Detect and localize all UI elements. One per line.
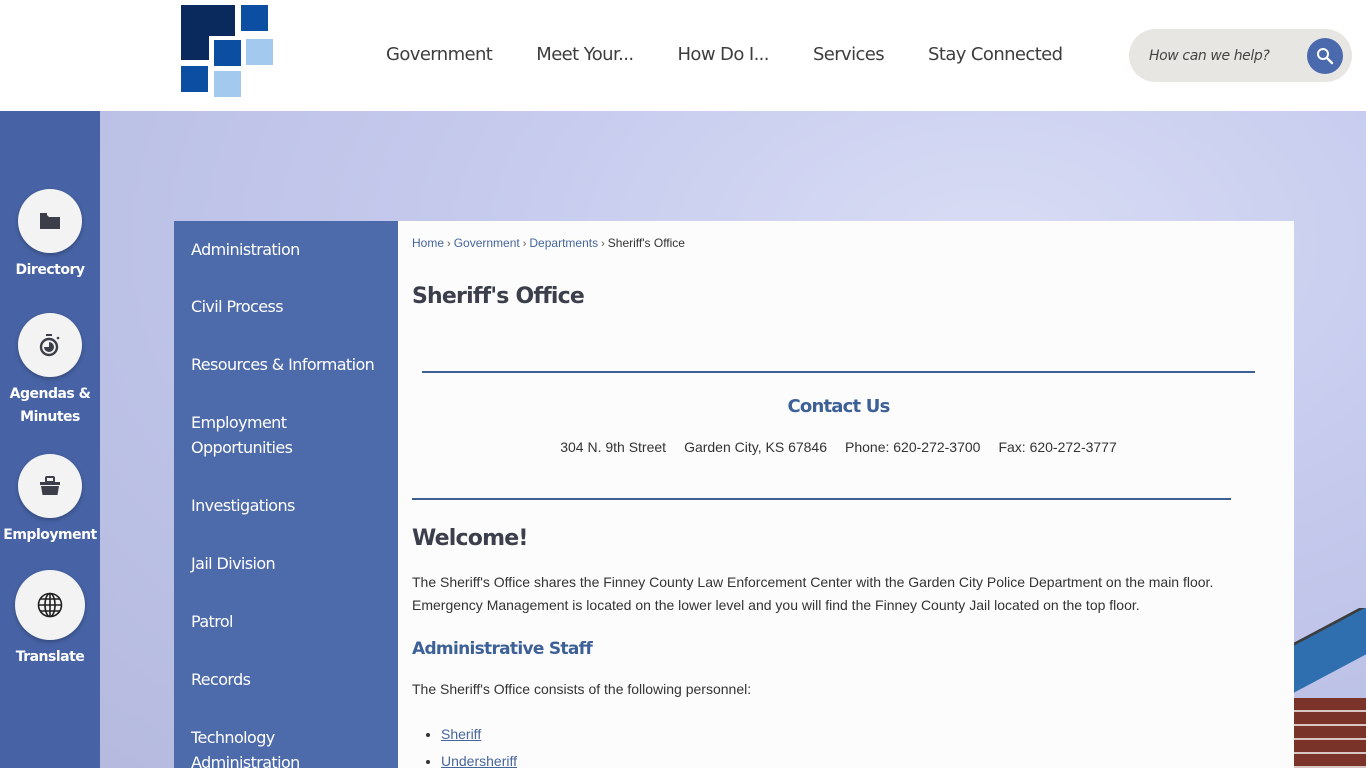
- main-nav: Government Meet Your... How Do I... Serv…: [386, 44, 1106, 65]
- quick-link-directory[interactable]: Directory: [0, 189, 100, 282]
- staff-link-sheriff[interactable]: Sheriff: [441, 726, 481, 742]
- search-icon: [1317, 48, 1334, 65]
- contact-fax: Fax: 620-272-3777: [998, 439, 1117, 455]
- contact-heading: Contact Us: [787, 396, 890, 417]
- logo-square-mid: [214, 40, 241, 66]
- quick-link-label: Agendas & Minutes: [9, 386, 91, 425]
- site-logo[interactable]: [181, 5, 273, 97]
- subnav-item-employment-opportunities[interactable]: Employment Opportunities: [191, 410, 341, 460]
- nav-meet-your[interactable]: Meet Your...: [536, 44, 634, 65]
- building-brick-wall: [1294, 698, 1366, 768]
- toolbox-icon: [40, 476, 60, 495]
- subnav-item-resources-information[interactable]: Resources & Information: [191, 352, 386, 377]
- subnav-item-administration[interactable]: Administration: [191, 237, 386, 262]
- building-roof: [1294, 608, 1366, 698]
- breadcrumb-separator: ›: [447, 238, 451, 250]
- logo-square-top-right: [241, 5, 268, 31]
- nav-services[interactable]: Services: [813, 44, 885, 65]
- quick-link-circle: [18, 454, 82, 518]
- quick-links-rail: Directory Agendas & Minutes Employment T…: [0, 111, 100, 768]
- logo-square-light-right: [246, 39, 273, 65]
- nav-stay-connected[interactable]: Stay Connected: [928, 44, 1063, 65]
- contact-phone: Phone: 620-272-3700: [845, 439, 981, 455]
- divider-top: [422, 371, 1255, 373]
- breadcrumb-separator: ›: [522, 238, 527, 250]
- quick-link-translate[interactable]: Translate: [0, 570, 100, 669]
- subnav-item-jail-division[interactable]: Jail Division: [191, 551, 386, 576]
- page-title: Sheriff's Office: [412, 284, 585, 309]
- breadcrumb-home[interactable]: Home: [412, 236, 444, 250]
- subnav-item-records[interactable]: Records: [191, 667, 386, 692]
- search-button[interactable]: [1307, 38, 1343, 74]
- breadcrumb: Home › Government › Departments › Sheriff's Of…: [412, 236, 685, 250]
- search-box: [1129, 29, 1352, 82]
- staff-intro: The Sheriff's Office consists of the fol…: [412, 681, 752, 697]
- department-subnav: Administration Civil Process Resources &…: [174, 221, 398, 768]
- quick-link-label: Directory: [15, 262, 85, 278]
- contact-info: 304 N. 9th Street Garden City, KS 67846 Ph…: [398, 439, 1279, 455]
- intro-paragraph: The Sheriff's Office shares the Finney C…: [412, 574, 1214, 613]
- contact-city: Garden City, KS 67846: [684, 439, 827, 455]
- stopwatch-icon: [39, 334, 60, 357]
- staff-list: Sheriff Undersheriff: [441, 721, 517, 768]
- folder-icon: [40, 213, 60, 229]
- subnav-item-patrol[interactable]: Patrol: [191, 609, 386, 634]
- nav-how-do-i[interactable]: How Do I...: [677, 44, 769, 65]
- list-item: Undersheriff: [441, 748, 517, 768]
- quick-link-circle: [18, 189, 82, 253]
- subnav-item-technology-administration[interactable]: Technology Administration: [191, 725, 341, 768]
- quick-link-label: Translate: [15, 649, 85, 665]
- breadcrumb-separator: ›: [601, 238, 605, 250]
- quick-link-circle: [18, 313, 82, 377]
- divider-bottom: [412, 498, 1231, 500]
- breadcrumb-government[interactable]: Government: [454, 236, 520, 250]
- building-photo: [1294, 608, 1366, 768]
- search-input[interactable]: [1149, 44, 1319, 68]
- site-header: Government Meet Your... How Do I... Serv…: [0, 0, 1366, 111]
- quick-link-agendas-minutes[interactable]: Agendas & Minutes: [0, 313, 100, 429]
- welcome-heading: Welcome!: [412, 526, 528, 551]
- contact-address: 304 N. 9th Street: [560, 439, 667, 455]
- main-content: Home › Government › Departments › Sheriff's Of…: [398, 221, 1294, 768]
- quick-link-label: Employment: [3, 527, 97, 543]
- nav-government[interactable]: Government: [386, 44, 493, 65]
- logo-square-light-bottom: [214, 71, 241, 97]
- quick-link-circle: [15, 570, 85, 640]
- globe-icon: [37, 592, 63, 618]
- subnav-item-civil-process[interactable]: Civil Process: [191, 294, 386, 319]
- subnav-item-investigations[interactable]: Investigations: [191, 493, 386, 518]
- breadcrumb-current: Sheriff's Office: [607, 236, 685, 250]
- logo-square-bottom-left: [181, 66, 208, 92]
- list-item: Sheriff: [441, 721, 517, 748]
- breadcrumb-departments[interactable]: Departments: [529, 236, 598, 250]
- staff-heading: Administrative Staff: [412, 639, 593, 659]
- quick-link-employment[interactable]: Employment: [0, 454, 100, 547]
- staff-link-undersheriff[interactable]: Undersheriff: [441, 753, 517, 768]
